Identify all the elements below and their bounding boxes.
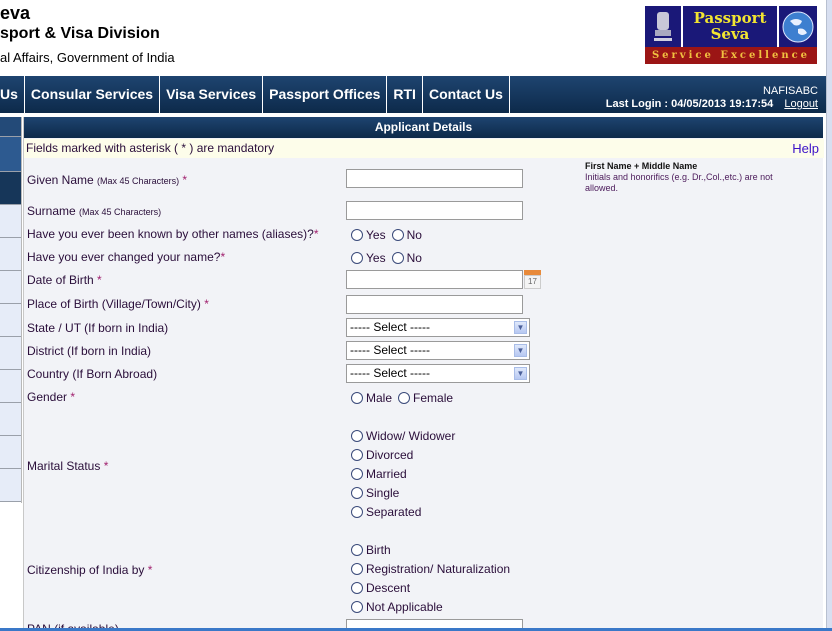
sidebar-item[interactable]	[0, 337, 21, 370]
given-name-label: Given Name (Max 45 Characters) *	[27, 173, 188, 187]
aliases-yes-radio[interactable]	[351, 229, 363, 241]
changed-name-label: Have you ever changed your name?*	[27, 250, 226, 264]
place-of-birth-input[interactable]	[346, 295, 523, 314]
sidebar-item[interactable]	[0, 271, 21, 304]
gender-label: Gender *	[27, 390, 76, 404]
sidebar-item[interactable]	[0, 238, 21, 271]
sidebar-item[interactable]	[0, 205, 21, 238]
radio-button[interactable]	[351, 430, 363, 442]
marital-option[interactable]: Divorced	[351, 448, 413, 462]
district-select[interactable]: ----- Select ----- ▼	[346, 341, 530, 360]
marital-option[interactable]: Widow/ Widower	[351, 429, 455, 443]
radio-button[interactable]	[351, 544, 363, 556]
aliases-radio-group: Yes No	[351, 228, 422, 242]
username: NAFISABC	[762, 85, 818, 97]
globe-icon	[779, 6, 817, 47]
main-navigation: Us Consular Services Visa Services Passp…	[0, 76, 826, 113]
citizenship-label: Citizenship of India by *	[27, 563, 153, 577]
radio-button[interactable]	[351, 487, 363, 499]
division-title: sport & Visa Division	[0, 25, 160, 42]
hint-title: First Name + Middle Name	[585, 161, 698, 171]
marital-status-label: Marital Status *	[27, 459, 109, 473]
surname-label: Surname (Max 45 Characters)	[27, 204, 162, 218]
citizenship-option[interactable]: Birth	[351, 543, 391, 557]
last-login-value: 04/05/2013 19:17:54	[671, 98, 774, 110]
sidebar-item[interactable]	[0, 370, 21, 403]
district-label: District (If born in India)	[27, 344, 152, 358]
national-emblem-icon	[645, 6, 683, 47]
radio-button[interactable]	[351, 468, 363, 480]
radio-button[interactable]	[351, 506, 363, 518]
calendar-icon[interactable]: 17	[524, 270, 541, 289]
radio-button[interactable]	[351, 563, 363, 575]
sidebar-item[interactable]	[0, 469, 21, 502]
chevron-down-icon: ▼	[514, 367, 527, 380]
dob-input[interactable]	[346, 270, 523, 289]
passport-seva-logo[interactable]: Passport Seva Service Excellence	[645, 6, 817, 64]
changed-name-radio-group: Yes No	[351, 251, 422, 265]
nav-rti[interactable]: RTI	[387, 76, 423, 113]
gender-female-radio[interactable]	[398, 392, 411, 404]
surname-input[interactable]	[346, 201, 523, 220]
sidebar-item[interactable]	[0, 304, 21, 337]
site-title: eva	[0, 3, 31, 23]
nav-consular-services[interactable]: Consular Services	[25, 76, 161, 113]
place-of-birth-label: Place of Birth (Village/Town/City) *	[27, 297, 209, 311]
aliases-no-radio[interactable]	[391, 229, 404, 241]
sidebar-item[interactable]	[0, 137, 21, 172]
sidebar-item[interactable]	[0, 436, 21, 469]
aliases-label: Have you ever been known by other names …	[27, 227, 319, 241]
citizenship-option[interactable]: Descent	[351, 581, 410, 595]
last-login-label: Last Login :	[605, 98, 669, 110]
hint-text: Initials and honorifics (e.g. Dr.,Col.,e…	[585, 172, 773, 193]
nav-passport-offices[interactable]: Passport Offices	[263, 76, 388, 113]
marital-option[interactable]: Single	[351, 486, 399, 500]
nav-visa-services[interactable]: Visa Services	[160, 76, 264, 113]
site-header: eva sport & Visa Division al Affairs, Go…	[0, 0, 817, 75]
logo-line2: Seva	[710, 25, 750, 43]
sidebar-item[interactable]	[0, 403, 21, 436]
dob-label: Date of Birth *	[27, 273, 102, 287]
country-label: Country (If Born Abroad)	[27, 367, 158, 381]
given-name-input[interactable]	[346, 169, 523, 188]
radio-button[interactable]	[351, 582, 363, 594]
changed-name-yes-radio[interactable]	[351, 252, 363, 264]
field-hint: First Name + Middle Name Initials and ho…	[585, 161, 800, 194]
ministry-title: al Affairs, Government of India	[0, 50, 175, 65]
state-label: State / UT (If born in India)	[27, 321, 169, 335]
marital-option[interactable]: Married	[351, 467, 407, 481]
citizenship-option[interactable]: Registration/ Naturalization	[351, 562, 510, 576]
sidebar-item[interactable]	[0, 172, 21, 205]
radio-button[interactable]	[351, 449, 363, 461]
logo-tagline: Service Excellence	[645, 47, 817, 64]
citizenship-option[interactable]: Not Applicable	[351, 600, 443, 614]
logo-line1: Passport	[693, 9, 767, 27]
changed-name-no-radio[interactable]	[391, 252, 404, 264]
user-info: NAFISABC Last Login : 04/05/2013 19:17:5…	[606, 85, 818, 111]
gender-male-radio[interactable]	[351, 392, 363, 404]
applicant-details-form: Applicant Details Fields marked with ast…	[23, 117, 824, 631]
radio-button[interactable]	[351, 601, 363, 613]
section-title: Applicant Details	[24, 117, 823, 138]
state-select[interactable]: ----- Select ----- ▼	[346, 318, 530, 337]
vertical-scrollbar[interactable]	[826, 0, 832, 628]
help-link[interactable]: Help	[792, 139, 819, 158]
logout-link[interactable]: Logout	[784, 98, 818, 110]
sidebar	[0, 117, 22, 503]
country-select[interactable]: ----- Select ----- ▼	[346, 364, 530, 383]
marital-option[interactable]: Separated	[351, 505, 421, 519]
chevron-down-icon: ▼	[514, 344, 527, 357]
gender-radio-group: Male Female	[351, 391, 453, 405]
mandatory-note: Fields marked with asterisk ( * ) are ma…	[24, 139, 824, 158]
nav-contact-us[interactable]: Contact Us	[423, 76, 510, 113]
chevron-down-icon: ▼	[514, 321, 527, 334]
sidebar-item[interactable]	[0, 117, 21, 137]
nav-about-us[interactable]: Us	[0, 76, 25, 113]
